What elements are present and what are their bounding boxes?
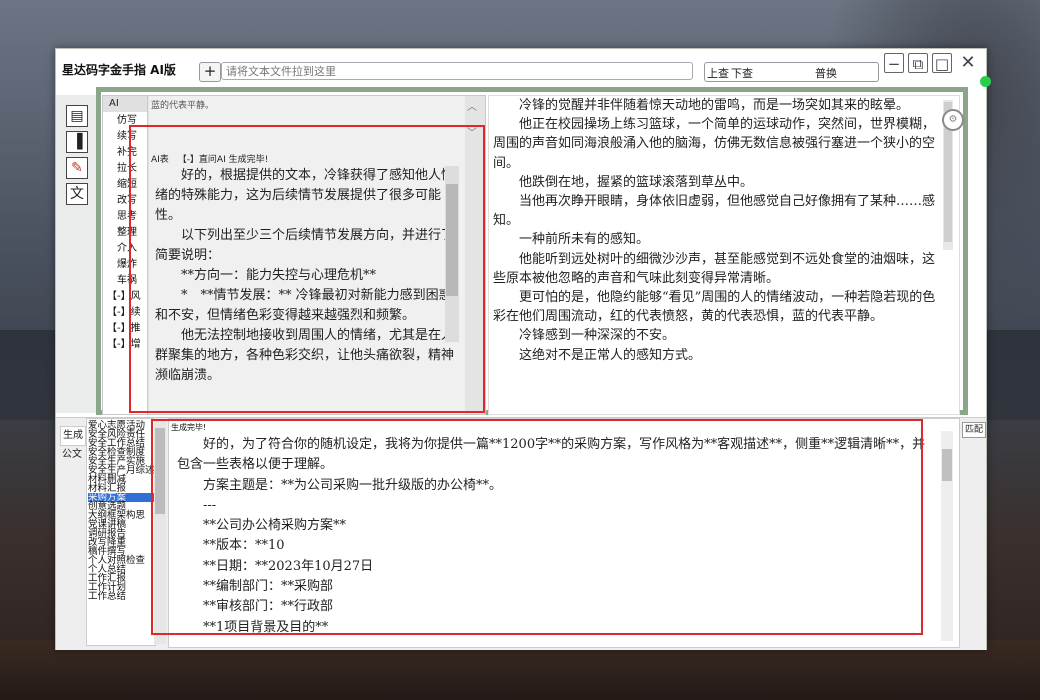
ai-status-text: 【-】直问AI 生成完毕! — [177, 155, 269, 165]
template-scroll-thumb[interactable] — [155, 428, 165, 514]
generated-output[interactable]: 生成完毕! 好的，为了符合你的随机设定，我将为你提供一篇**1200字**的采购… — [168, 418, 960, 648]
doc-paragraph: 这绝对不是正常人的感知方式。 — [519, 347, 702, 363]
ai-paragraph: **方向一：能力失控与心理危机** — [181, 268, 377, 283]
ai-paragraph: * **情节发展：** 冷锋最初对新能力感到困惑和不安，但情绪色彩变得越来越强烈… — [155, 288, 452, 323]
ai-item[interactable]: 车祸 — [117, 273, 137, 288]
minimize-icon[interactable]: − — [884, 53, 904, 73]
ai-item[interactable]: 【-】续 — [107, 305, 141, 320]
output-paragraph: --- — [203, 497, 217, 513]
output-paragraph: **审核部门：**行政部 — [203, 599, 334, 615]
ai-status-label: AI表 — [151, 155, 169, 165]
ai-item[interactable]: 整理 — [117, 225, 137, 240]
output-scroll-thumb[interactable] — [942, 449, 952, 481]
ai-output-area: 蓝的代表平静。 ︿ ﹀ AI表 【-】直问AI 生成完毕! 好的，根据提供的文本… — [149, 96, 477, 414]
doc-paragraph: 冷锋感到一种深深的不安。 — [519, 328, 676, 344]
doc-paragraph: 他正在校园操场上练习篮球，一个简单的运球动作，突然间，世界模糊，周围的声音如同海… — [493, 117, 936, 171]
ai-paragraph: 好的，根据提供的文本，冷锋获得了感知他人情绪的特殊能力，这为后续情节发展提供了很… — [155, 168, 455, 223]
ai-context-hint: 蓝的代表平静。 — [151, 101, 215, 111]
ai-item[interactable]: 【-】增 — [107, 337, 141, 352]
online-status-dot — [980, 76, 991, 87]
search-bar: 上查 下查 普换 — [704, 62, 879, 82]
ai-scrollbar[interactable] — [445, 166, 459, 342]
output-paragraph: **版本：**10 — [203, 538, 285, 554]
ai-scroll-thumb[interactable] — [446, 184, 458, 296]
ai-item[interactable]: 爆炸 — [117, 257, 137, 272]
template-item[interactable]: 工作总结 — [88, 592, 126, 602]
generation-status: 生成完毕! — [171, 423, 207, 432]
generation-panel: 生成 公文 爱心志愿活动 安全风险责任 安全工作总结 安全检查制度 安全生产实施… — [56, 417, 986, 650]
doc-paragraph: 当他再次睁开眼睛，身体依旧虚弱，但他感觉自己好像拥有了某种……感知。 — [493, 194, 936, 229]
tab-generate[interactable]: 生成 — [60, 426, 86, 446]
ai-status-line: AI表 【-】直问AI 生成完毕! — [151, 152, 268, 165]
ai-item[interactable]: 改写 — [117, 193, 137, 208]
generated-text[interactable]: 好的，为了符合你的随机设定，我将为你提供一篇**1200字**的采购方案，写作风… — [177, 435, 937, 638]
output-paragraph: **1项目背景及目的** — [203, 619, 329, 635]
template-list: 爱心志愿活动 安全风险责任 安全工作总结 安全检查制度 安全生产实施 安全生产月… — [86, 418, 156, 646]
doc-paragraph: 更可怕的是，他隐约能够“看见”周围的人的情绪波动，一种若隐若现的色彩在他们周围流… — [493, 290, 936, 325]
output-paragraph: **日期：**2023年10月27日 — [203, 558, 374, 574]
restore-icon[interactable]: ⧉ — [908, 53, 928, 73]
tab-official-docs[interactable]: 公文 — [60, 446, 84, 464]
document-text[interactable]: 冷锋的觉醒并非伴随着惊天动地的雷鸣，而是一场突如其来的眩晕。 他正在校园操场上练… — [493, 96, 941, 365]
file-drop-input[interactable] — [221, 62, 693, 80]
search-prev-button[interactable]: 上查 — [707, 65, 729, 81]
add-file-button[interactable]: + — [199, 62, 221, 82]
panel-icon[interactable]: ▐ — [66, 131, 88, 153]
ai-item[interactable]: 拉长 — [117, 161, 137, 176]
ai-panel: AI 仿写 续写 补完 拉长 缩短 改写 思考 整理 介入 爆炸 车祸 【-】风… — [102, 95, 486, 415]
ai-item[interactable]: 介入 — [117, 241, 137, 256]
ai-item[interactable]: 补完 — [117, 145, 137, 160]
match-button[interactable]: 匹配 — [962, 422, 986, 438]
ai-tab[interactable]: AI — [103, 96, 147, 112]
search-next-button[interactable]: 下查 — [731, 65, 753, 81]
document-editor[interactable]: 冷锋的觉醒并非伴随着惊天动地的雷鸣，而是一场突如其来的眩晕。 他正在校园操场上练… — [488, 95, 960, 415]
output-paragraph: 好的，为了符合你的随机设定，我将为你提供一篇**1200字**的采购方案，写作风… — [177, 437, 926, 473]
text-icon[interactable]: 文 — [66, 183, 88, 205]
ai-output-text[interactable]: 好的，根据提供的文本，冷锋获得了感知他人情绪的特殊能力，这为后续情节发展提供了很… — [155, 166, 455, 386]
chevron-down-icon[interactable]: ﹀ — [467, 124, 477, 139]
ai-paragraph: 以下列出至少三个后续情节发展方向，并进行了简要说明： — [155, 228, 455, 263]
app-title: 星达码字金手指 AI版 — [62, 63, 176, 77]
output-scrollbar[interactable] — [941, 431, 953, 641]
ai-item[interactable]: 续写 — [117, 129, 137, 144]
settings-gear-icon[interactable]: ⚙ — [942, 109, 964, 131]
save-icon[interactable]: ▤ — [66, 105, 88, 127]
ai-function-list: AI 仿写 续写 补完 拉长 缩短 改写 思考 整理 介入 爆炸 车祸 【-】风… — [103, 96, 148, 414]
doc-paragraph: 冷锋的觉醒并非伴随着惊天动地的雷鸣，而是一场突如其来的眩晕。 — [519, 98, 910, 113]
doc-paragraph: 他能听到远处树叶的细微沙沙声，甚至能感觉到不远处食堂的油烟味，这些原本被他忽略的… — [493, 251, 936, 286]
output-paragraph: **公司办公椅采购方案** — [203, 518, 347, 534]
title-bar: 星达码字金手指 AI版 + 上查 下查 普换 − ⧉ □ ✕ — [56, 49, 991, 87]
maximize-icon[interactable]: □ — [932, 53, 952, 73]
ai-item[interactable]: 思考 — [117, 209, 137, 224]
ai-item[interactable]: 【-】风 — [107, 289, 141, 304]
app-window: 星达码字金手指 AI版 + 上查 下查 普换 − ⧉ □ ✕ ▤ ▐ ✎ 文 A… — [55, 48, 991, 650]
ai-item[interactable]: 仿写 — [117, 113, 137, 128]
close-icon[interactable]: ✕ — [958, 53, 978, 73]
ai-item[interactable]: 【-】推 — [107, 321, 141, 336]
chevron-up-icon[interactable]: ︿ — [467, 98, 477, 113]
notes-icon[interactable]: ✎ — [66, 157, 88, 179]
ai-item[interactable]: 缩短 — [117, 177, 137, 192]
doc-paragraph: 一种前所未有的感知。 — [519, 232, 650, 248]
output-paragraph: 方案主题是：**为公司采购一批升级版的办公椅**。 — [203, 477, 503, 493]
template-list-scrollbar[interactable] — [154, 418, 166, 644]
doc-paragraph: 他跌倒在地，握紧的篮球滚落到草丛中。 — [519, 174, 754, 190]
replace-button[interactable]: 普换 — [815, 65, 837, 81]
output-paragraph: **编制部门：**采购部 — [203, 579, 334, 595]
ai-paragraph: 他无法控制地接收到周围人的情绪，尤其是在人群聚集的地方，各种色彩交织，让他头痛欲… — [155, 328, 455, 383]
left-toolbar: ▤ ▐ ✎ 文 — [56, 95, 96, 413]
